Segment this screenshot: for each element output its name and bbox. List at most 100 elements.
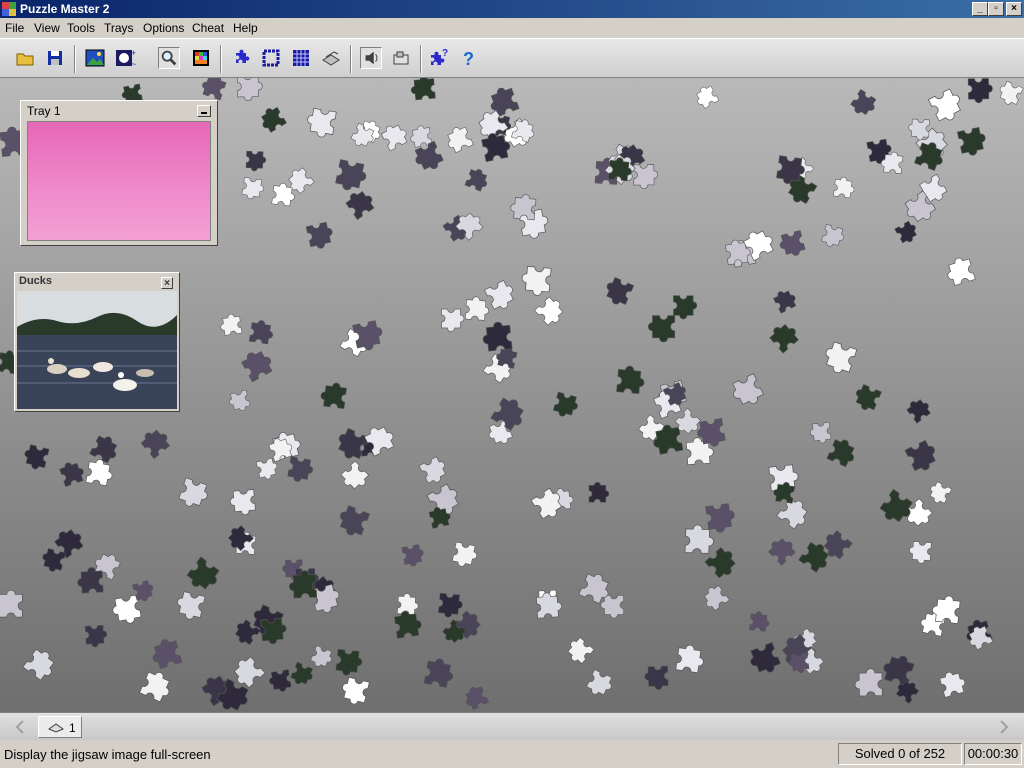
jigsaw-piece[interactable] <box>704 545 741 581</box>
jigsaw-piece[interactable] <box>854 668 883 697</box>
preview-window[interactable]: Ducks × <box>14 272 180 412</box>
minimize-button[interactable]: _ <box>972 2 988 16</box>
jigsaw-piece[interactable] <box>809 421 832 444</box>
jigsaw-piece[interactable] <box>833 176 855 199</box>
jigsaw-piece[interactable] <box>766 534 798 566</box>
jigsaw-piece[interactable] <box>305 221 335 250</box>
jigsaw-piece[interactable] <box>767 319 801 354</box>
jigsaw-piece[interactable] <box>705 503 737 534</box>
jigsaw-piece[interactable] <box>289 661 315 688</box>
scroll-right-icon[interactable] <box>998 720 1010 734</box>
jigsaw-piece[interactable] <box>22 444 50 471</box>
menu-options[interactable]: Options <box>143 21 184 35</box>
jigsaw-piece[interactable] <box>451 541 479 569</box>
jigsaw-piece[interactable] <box>287 456 314 484</box>
tray-caption[interactable]: Tray 1 <box>23 103 215 119</box>
jigsaw-piece[interactable] <box>320 381 347 409</box>
jigsaw-piece[interactable] <box>0 589 23 618</box>
jigsaw-piece[interactable] <box>309 645 334 671</box>
jigsaw-piece[interactable] <box>461 684 490 712</box>
jigsaw-piece[interactable] <box>633 164 659 190</box>
jigsaw-piece[interactable] <box>729 373 766 411</box>
jigsaw-piece[interactable] <box>139 668 175 703</box>
tray-window[interactable]: Tray 1 <box>20 100 218 246</box>
grid-icon[interactable] <box>290 47 312 69</box>
preview-caption[interactable]: Ducks × <box>17 275 177 289</box>
jigsaw-piece[interactable] <box>967 78 993 104</box>
jigsaw-piece[interactable] <box>229 489 256 516</box>
jigsaw-piece[interactable] <box>335 159 369 194</box>
jigsaw-piece[interactable] <box>219 313 243 336</box>
jigsaw-piece[interactable] <box>849 88 879 119</box>
jigsaw-piece[interactable] <box>776 495 813 531</box>
jigsaw-piece[interactable] <box>236 78 263 102</box>
border-icon[interactable] <box>260 47 282 69</box>
jigsaw-piece[interactable] <box>909 541 932 564</box>
jigsaw-piece[interactable] <box>749 611 770 632</box>
jigsaw-piece[interactable] <box>22 646 60 683</box>
jigsaw-piece[interactable] <box>821 223 846 249</box>
jigsaw-piece[interactable] <box>335 648 363 677</box>
ghost-image-icon[interactable]: +~ <box>114 47 136 69</box>
jigsaw-piece[interactable] <box>692 83 720 109</box>
jigsaw-piece[interactable] <box>339 676 370 706</box>
jigsaw-piece[interactable] <box>89 433 122 465</box>
picture-icon[interactable] <box>84 47 106 69</box>
jigsaw-piece[interactable] <box>227 389 251 414</box>
help-icon[interactable]: ? <box>458 47 480 69</box>
save-icon[interactable] <box>44 47 66 69</box>
jigsaw-piece[interactable] <box>241 176 264 200</box>
jigsaw-piece[interactable] <box>851 383 882 413</box>
jigsaw-piece[interactable] <box>418 455 450 486</box>
jigsaw-piece[interactable] <box>585 669 615 700</box>
jigsaw-piece[interactable] <box>956 126 988 158</box>
jigsaw-piece[interactable] <box>248 319 274 345</box>
jigsaw-piece[interactable] <box>996 80 1024 108</box>
close-button[interactable]: × <box>1006 2 1022 16</box>
jigsaw-piece[interactable] <box>58 459 86 487</box>
jigsaw-piece[interactable] <box>229 654 266 690</box>
tray-icon[interactable] <box>320 47 342 69</box>
jigsaw-piece[interactable] <box>616 365 646 395</box>
menu-cheat[interactable]: Cheat <box>192 21 224 35</box>
scatter-icon[interactable] <box>230 47 252 69</box>
jigsaw-piece[interactable] <box>200 78 228 101</box>
open-folder-icon[interactable] <box>14 47 36 69</box>
jigsaw-piece[interactable] <box>423 657 456 689</box>
jigsaw-piece[interactable] <box>673 295 698 320</box>
jigsaw-piece[interactable] <box>338 460 371 494</box>
jigsaw-piece[interactable] <box>84 624 108 648</box>
jigsaw-piece[interactable] <box>441 308 465 332</box>
puzzle-board[interactable]: Tray 1 Ducks × <box>0 78 1024 712</box>
jigsaw-piece[interactable] <box>85 458 115 487</box>
scroll-left-icon[interactable] <box>14 720 26 734</box>
jigsaw-piece[interactable] <box>464 166 491 192</box>
jigsaw-piece[interactable] <box>443 124 474 155</box>
menu-trays[interactable]: Trays <box>104 21 134 35</box>
jigsaw-piece[interactable] <box>675 644 706 674</box>
colors-icon[interactable] <box>190 47 212 69</box>
jigsaw-piece[interactable] <box>268 669 292 694</box>
jigsaw-piece[interactable] <box>588 482 610 503</box>
jigsaw-piece[interactable] <box>396 593 419 615</box>
jigsaw-piece[interactable] <box>944 255 976 287</box>
sound-icon[interactable] <box>360 47 382 69</box>
sort-icon[interactable] <box>390 47 412 69</box>
jigsaw-piece[interactable] <box>927 87 966 125</box>
jigsaw-piece[interactable] <box>939 669 968 698</box>
jigsaw-piece[interactable] <box>534 294 568 328</box>
jigsaw-piece[interactable] <box>908 118 930 141</box>
help-pieces-icon[interactable]: ? <box>428 47 450 69</box>
jigsaw-piece[interactable] <box>178 477 211 511</box>
tray-tab-1[interactable]: 1 <box>38 716 82 738</box>
jigsaw-piece[interactable] <box>240 346 276 383</box>
jigsaw-piece[interactable] <box>401 544 426 568</box>
jigsaw-piece[interactable] <box>931 594 961 624</box>
jigsaw-piece[interactable] <box>778 230 806 258</box>
jigsaw-piece[interactable] <box>484 279 518 313</box>
tray-area[interactable] <box>27 121 211 241</box>
jigsaw-piece[interactable] <box>40 548 67 574</box>
jigsaw-piece[interactable] <box>486 84 520 117</box>
jigsaw-piece[interactable] <box>481 321 513 352</box>
jigsaw-piece[interactable] <box>184 556 222 595</box>
